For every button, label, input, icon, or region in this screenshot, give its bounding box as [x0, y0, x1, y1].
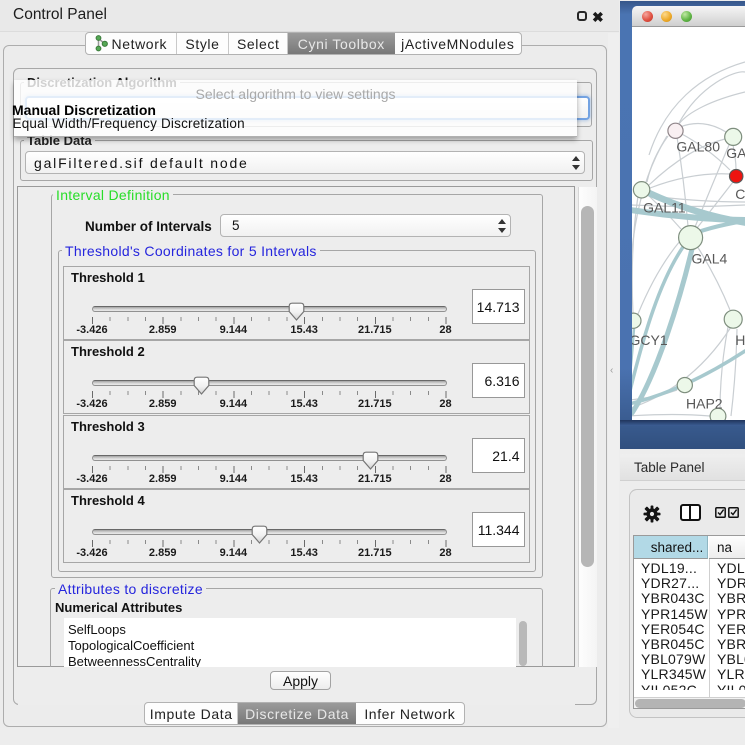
svg-text:GAL11: GAL11 — [643, 199, 686, 215]
svg-text:HAP2: HAP2 — [686, 395, 723, 411]
svg-text:C: C — [735, 186, 745, 202]
svg-text:H: H — [735, 332, 745, 348]
svg-text:GCY1: GCY1 — [632, 332, 668, 348]
svg-text:GAL80: GAL80 — [676, 139, 720, 155]
svg-text:GAL4: GAL4 — [692, 250, 728, 266]
svg-text:GA: GA — [726, 145, 745, 161]
